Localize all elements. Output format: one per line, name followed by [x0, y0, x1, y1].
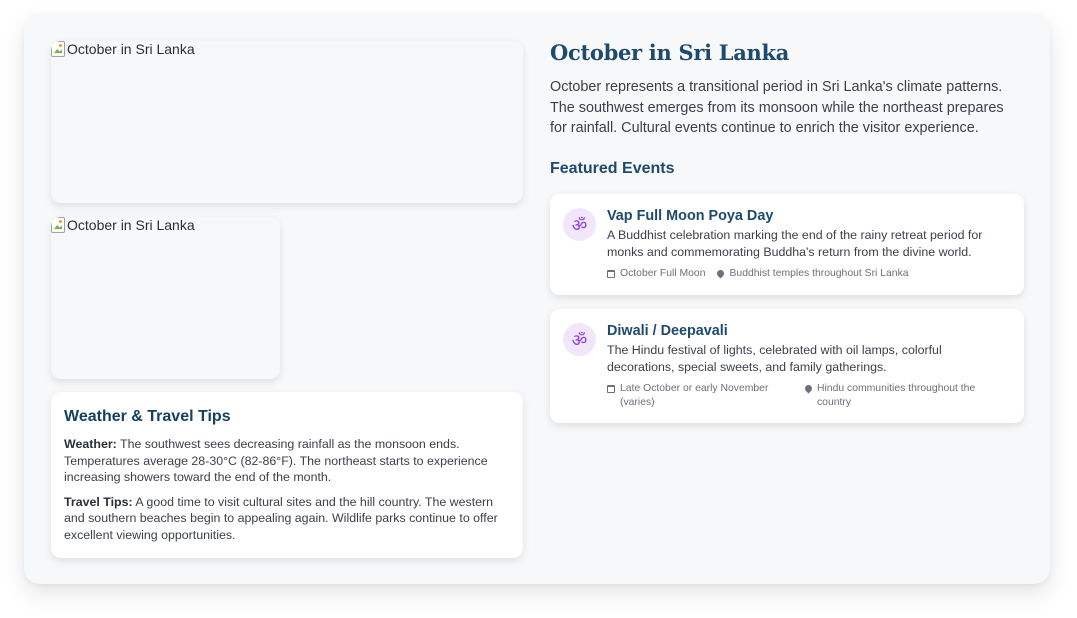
event-meta: Late October or early November (varies) … [607, 382, 1010, 410]
event-card[interactable]: ॐ Vap Full Moon Poya Day A Buddhist cele… [550, 193, 1024, 295]
broken-image-icon [51, 217, 65, 233]
broken-image-icon [51, 41, 65, 57]
calendar-icon [607, 384, 615, 393]
image-alt-text: October in Sri Lanka [67, 41, 195, 57]
weather-text: The southwest sees decreasing rainfall a… [64, 437, 488, 484]
om-icon: ॐ [563, 322, 596, 356]
event-title: Diwali / Deepavali [607, 322, 728, 339]
event-location: Hindu communities throughout the country [803, 382, 1010, 410]
weather-paragraph: Weather: The southwest sees decreasing r… [64, 436, 510, 486]
event-date-text: October Full Moon [620, 267, 706, 279]
event-date: October Full Moon [607, 267, 705, 282]
event-meta: October Full Moon Buddhist temples throu… [607, 267, 1010, 282]
event-location-text: Hindu communities throughout the country [816, 382, 976, 408]
event-location: Buddhist temples throughout Sri Lanka [716, 267, 909, 282]
page-title: October in Sri Lanka [550, 40, 790, 65]
event-date: Late October or early November (varies) [607, 382, 795, 410]
event-title: Vap Full Moon Poya Day [607, 207, 774, 224]
month-image-primary: October in Sri Lanka [51, 41, 523, 203]
month-image-secondary: October in Sri Lanka [51, 217, 280, 379]
travel-label: Travel Tips: [64, 494, 133, 509]
om-icon: ॐ [563, 207, 596, 241]
event-card[interactable]: ॐ Diwali / Deepavali The Hindu festival … [550, 308, 1024, 423]
weather-travel-tips: Weather & Travel Tips Weather: The south… [51, 392, 523, 558]
weather-label: Weather: [64, 437, 117, 451]
month-details: October in Sri Lanka October represents … [550, 40, 1024, 437]
calendar-icon [607, 269, 615, 278]
month-card: October in Sri Lanka October in Sri Lank… [24, 14, 1050, 584]
travel-paragraph: Travel Tips: A good time to visit cultur… [64, 494, 510, 544]
image-alt-text: October in Sri Lanka [67, 217, 195, 233]
event-description: The Hindu festival of lights, celebrated… [607, 342, 942, 374]
month-intro: October represents a transitional period… [550, 79, 1004, 137]
event-date-text: Late October or early November (varies) [620, 382, 769, 408]
map-pin-icon [803, 383, 814, 394]
tips-title: Weather & Travel Tips [64, 408, 231, 425]
map-pin-icon [716, 268, 726, 279]
featured-events-heading: Featured Events [550, 159, 675, 177]
event-description: A Buddhist celebration marking the end o… [607, 227, 983, 259]
event-location-text: Buddhist temples throughout Sri Lanka [729, 267, 909, 279]
